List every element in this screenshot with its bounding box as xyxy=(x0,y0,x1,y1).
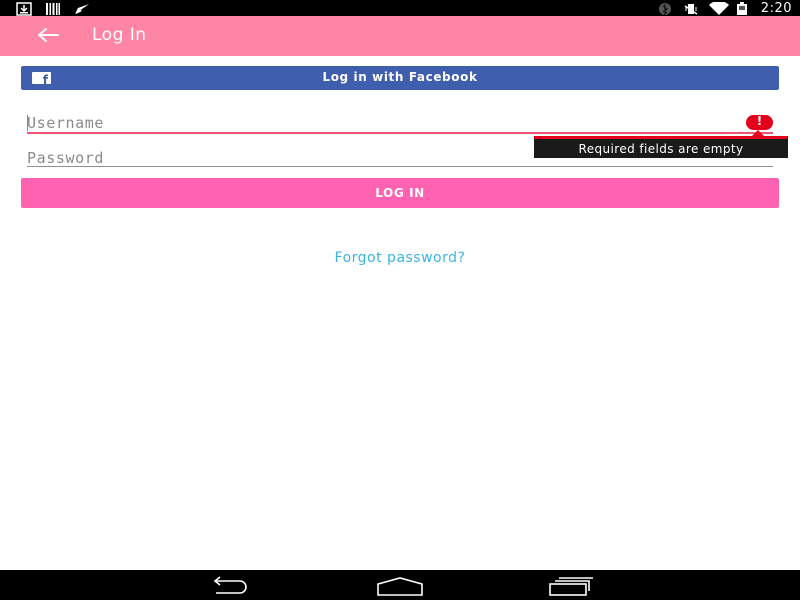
wifi-icon xyxy=(708,0,729,15)
login-button-label: LOG IN xyxy=(375,186,425,200)
login-button[interactable]: LOG IN xyxy=(21,178,779,208)
back-nav-icon xyxy=(213,576,247,594)
bluetooth-icon xyxy=(657,1,673,16)
barcode-notification-icon xyxy=(45,1,61,15)
download-notification-icon xyxy=(16,1,32,16)
forgot-password-link[interactable]: Forgot password? xyxy=(0,250,800,266)
status-bar-notifications xyxy=(16,1,90,16)
back-button[interactable] xyxy=(30,24,60,48)
nav-back-button[interactable] xyxy=(204,575,254,597)
toolbar: Log In xyxy=(0,16,800,56)
send-notification-icon xyxy=(74,1,90,15)
nav-recents-button[interactable] xyxy=(545,575,595,597)
home-nav-icon xyxy=(377,577,423,596)
vibrate-icon xyxy=(683,1,699,15)
recents-nav-icon xyxy=(549,577,593,596)
status-bar-time: 2:20 xyxy=(760,0,792,16)
text-cursor xyxy=(27,115,28,131)
facebook-login-button[interactable]: f Log in with Facebook xyxy=(21,66,779,90)
page-title: Log In xyxy=(92,25,147,45)
facebook-login-label: Log in with Facebook xyxy=(322,70,478,84)
password-underline xyxy=(27,166,773,167)
status-bar-system: 2:20 xyxy=(657,0,792,16)
error-icon[interactable]: ! xyxy=(746,114,773,130)
error-icon-glyph: ! xyxy=(756,114,763,128)
login-screen: 2:20 Log In f Log in with Facebook ! Req… xyxy=(0,0,800,600)
nav-home-button[interactable] xyxy=(375,575,425,597)
arrow-left-icon xyxy=(38,28,59,42)
battery-icon xyxy=(735,1,751,15)
navigation-bar xyxy=(0,570,800,600)
username-underline xyxy=(27,132,773,134)
status-bar: 2:20 xyxy=(0,0,800,16)
